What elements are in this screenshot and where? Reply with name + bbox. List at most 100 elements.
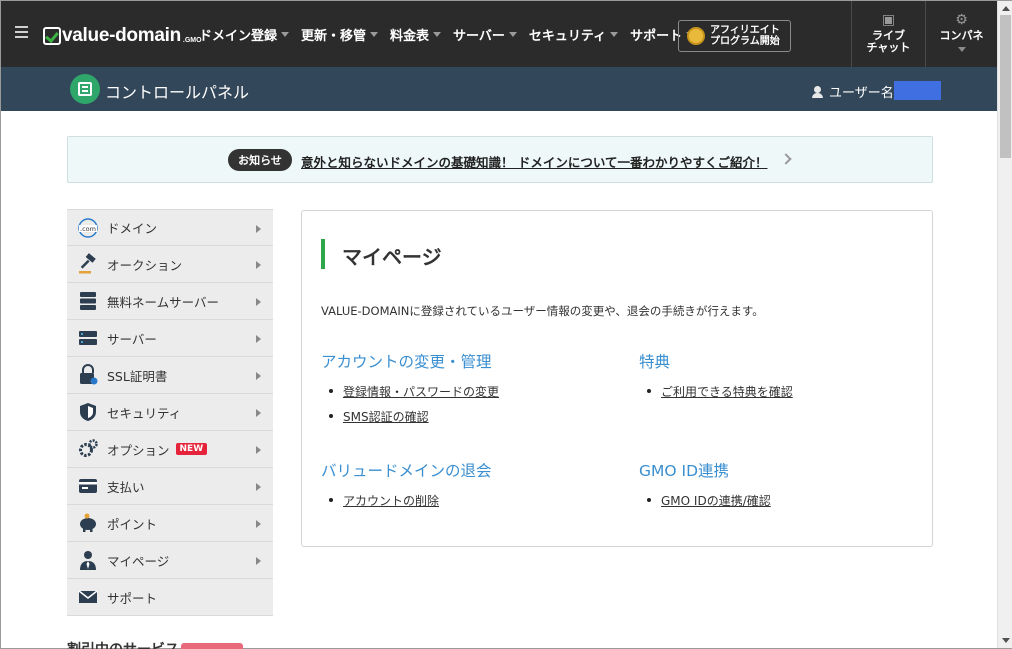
scroll-down-arrow-icon[interactable] — [1002, 638, 1010, 643]
view-benefits-link[interactable]: ご利用できる特典を確認 — [661, 385, 793, 399]
nav-security[interactable]: セキュリティ — [528, 25, 619, 44]
list-item: SMS認証の確認 — [321, 408, 499, 433]
sidebar-item-ssl[interactable]: SSL証明書 — [67, 357, 273, 394]
nav-label: 更新・移管 — [301, 29, 367, 44]
sidebar-item-auction[interactable]: オークション — [67, 246, 273, 283]
svg-text:.com: .com — [80, 225, 96, 233]
section-account-links: 登録情報・パスワードの変更 SMS認証の確認 — [321, 383, 499, 433]
section-gmo-id-links: GMO IDの連携/確認 — [639, 492, 771, 517]
sms-auth-link[interactable]: SMS認証の確認 — [343, 410, 429, 424]
section-benefits-title: 特典 — [639, 353, 671, 371]
caret-right-icon — [256, 446, 261, 454]
caret-right-icon — [256, 409, 261, 417]
list-item: GMO IDの連携/確認 — [639, 492, 771, 517]
caret-right-icon — [256, 335, 261, 343]
sidebar-item-mypage[interactable]: マイページ — [67, 542, 273, 579]
scroll-up-arrow-icon[interactable] — [1002, 6, 1010, 11]
sidebar-item-label: 無料ネームサーバー — [107, 294, 220, 310]
mail-icon — [77, 586, 99, 608]
notice-banner[interactable]: お知らせ 意外と知らないドメインの基礎知識！ ドメインについて一番わかりやすくご… — [67, 136, 933, 183]
nav-renew-transfer[interactable]: 更新・移管 — [301, 25, 379, 44]
affiliate-button[interactable]: アフィリエイト プログラム開始 — [678, 20, 791, 52]
sidebar-item-label: セキュリティ — [107, 405, 182, 421]
affiliate-line1: アフィリエイト — [710, 25, 780, 36]
server-icon — [77, 327, 99, 349]
sidebar-item-label: ポイント — [107, 516, 158, 532]
sidebar-item-label: SSL証明書 — [107, 368, 168, 384]
sidebar-item-label: オプション — [107, 442, 170, 458]
sidebar-item-points[interactable]: ポイント — [67, 505, 273, 542]
nav-pricing[interactable]: 料金表 — [390, 25, 442, 44]
control-label: コンパネ — [939, 29, 984, 42]
caret-right-icon — [256, 520, 261, 528]
logo-text: value-domain — [62, 25, 181, 46]
coin-icon — [687, 27, 705, 45]
caret-right-icon — [256, 483, 261, 491]
chat-bubble-icon: ▣ — [881, 12, 896, 28]
gmo-id-link[interactable]: GMO IDの連携/確認 — [661, 494, 771, 508]
list-item: アカウントの削除 — [321, 492, 439, 517]
piggy-bank-icon — [77, 512, 99, 534]
section-withdraw-links: アカウントの削除 — [321, 492, 439, 517]
top-navbar: value-domain .GMO ドメイン登録 更新・移管 料金表 サーバー … — [1, 1, 997, 67]
sidebar-item-domain[interactable]: .com ドメイン — [67, 209, 273, 246]
gears-icon — [77, 438, 99, 460]
nav-server[interactable]: サーバー — [453, 25, 517, 44]
sidebar-item-label: サーバー — [107, 331, 157, 347]
caret-right-icon — [256, 372, 261, 380]
value-domain-logo[interactable]: value-domain .GMO — [43, 21, 202, 45]
sidebar-item-security[interactable]: セキュリティ — [67, 394, 273, 431]
sidebar-item-options[interactable]: オプション NEW — [67, 431, 273, 468]
sidebar-item-label: サポート — [107, 590, 158, 606]
vertical-scrollbar[interactable] — [997, 1, 1012, 648]
gear-icon: ⚙ — [955, 12, 968, 28]
caret-right-icon — [256, 298, 261, 306]
section-withdraw-title: バリュードメインの退会 — [321, 462, 492, 480]
sidebar-item-payment[interactable]: 支払い — [67, 468, 273, 505]
mypage-card: マイページ VALUE-DOMAINに登録されているユーザー情報の変更や、退会の… — [301, 210, 933, 547]
control-panel-menu-button[interactable]: ⚙ コンパネ — [925, 1, 997, 67]
section-account-title: アカウントの変更・管理 — [321, 353, 492, 371]
edit-registration-password-link[interactable]: 登録情報・パスワードの変更 — [343, 385, 499, 399]
delete-account-link[interactable]: アカウントの削除 — [343, 494, 439, 508]
globe-com-icon: .com — [77, 217, 99, 239]
caret-right-icon — [256, 261, 261, 269]
notice-badge: お知らせ — [228, 149, 292, 171]
section-benefits-links: ご利用できる特典を確認 — [639, 383, 793, 408]
nav-label: セキュリティ — [528, 29, 607, 44]
nav-domain-register[interactable]: ドメイン登録 — [199, 25, 290, 44]
caret-down-icon — [508, 32, 517, 37]
caret-down-icon — [281, 32, 290, 37]
sidebar-item-free-nameserver[interactable]: 無料ネームサーバー — [67, 283, 273, 320]
affiliate-text: アフィリエイト プログラム開始 — [710, 25, 780, 47]
caret-down-icon — [957, 47, 966, 52]
livechat-line2: チャット — [866, 41, 911, 54]
card-title: マイページ — [342, 245, 442, 269]
redacted-username — [894, 81, 941, 100]
nav-label: 料金表 — [390, 29, 430, 44]
chevron-right-icon — [780, 153, 792, 165]
scroll-thumb[interactable] — [1000, 15, 1011, 158]
user-menu[interactable]: ユーザー名 — [812, 82, 894, 101]
user-label: ユーザー名 — [829, 86, 894, 101]
discount-services-heading: 割引中のサービス — [67, 639, 179, 649]
card-description: VALUE-DOMAINに登録されているユーザー情報の変更や、退会の手続きが行え… — [321, 304, 764, 318]
main-nav: ドメイン登録 更新・移管 料金表 サーバー セキュリティ サポート — [199, 25, 706, 44]
list-item: ご利用できる特典を確認 — [639, 383, 793, 408]
affiliate-line2: プログラム開始 — [710, 36, 780, 47]
sidebar-menu: .com ドメイン オークション 無料ネームサーバー サーバー SSL証明書 セ… — [67, 209, 273, 616]
new-badge: NEW — [175, 443, 208, 455]
hamburger-menu-icon[interactable] — [15, 26, 28, 38]
shield-icon — [77, 401, 99, 423]
user-tie-icon — [77, 549, 99, 571]
sidebar-item-server[interactable]: サーバー — [67, 320, 273, 357]
campaign-badge — [181, 643, 243, 649]
sidebar-item-label: マイページ — [107, 553, 170, 569]
credit-card-icon — [77, 475, 99, 497]
sidebar-item-support[interactable]: サポート — [67, 579, 273, 616]
sidebar-item-label: 支払い — [107, 479, 145, 495]
server-stack-icon — [77, 290, 99, 312]
nav-label: サーバー — [453, 29, 505, 44]
live-chat-button[interactable]: ▣ ライブ チャット — [851, 1, 925, 67]
notice-link[interactable]: 意外と知らないドメインの基礎知識！ ドメインについて一番わかりやすくご紹介！ — [301, 152, 767, 171]
